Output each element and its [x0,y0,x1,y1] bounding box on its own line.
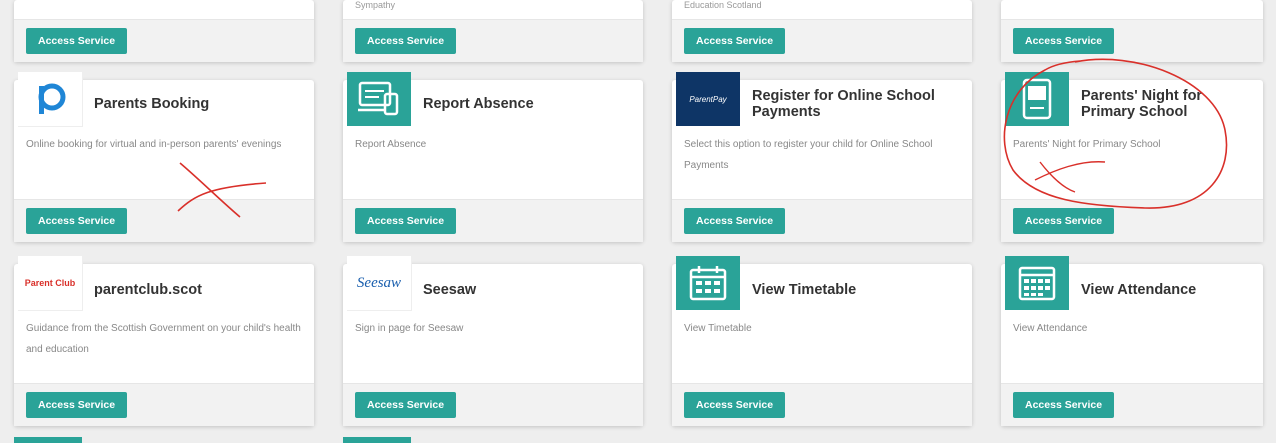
access-service-button[interactable]: Access Service [26,392,128,418]
access-service-button[interactable]: Access Service [355,392,457,418]
card-title: parentclub.scot [94,282,202,298]
service-card-top-2: Sympathy Access Service [343,0,643,62]
service-card-parents-booking: Parents Booking Online booking for virtu… [14,72,314,242]
parentclub-logo-icon: Parent Club [18,256,83,311]
access-service-button[interactable]: Access Service [355,28,457,54]
access-service-button[interactable]: Access Service [684,392,786,418]
card-description: Report Absence [355,139,427,150]
card-footer: Access Service [672,199,972,242]
card-footer: Access Service [14,19,314,62]
card-footer: Access Service [1001,383,1263,426]
service-card-parentclub: Parent Club parentclub.scot Guidance fro… [14,256,314,426]
card-footer: Access Service [343,383,643,426]
card-description: Sign in page for Seesaw [355,323,464,334]
card-title: View Attendance [1081,282,1197,298]
timetable-icon [676,256,740,310]
card-title: Seesaw [423,282,477,298]
card-description: Sympathy [355,0,396,10]
attendance-icon [1005,256,1069,310]
card-title: Parents' Night for Primary School [1081,88,1203,120]
service-card-attendance: View Attendance View Attendance Access S… [1001,256,1263,426]
service-card-seesaw: Seesaw Seesaw Sign in page for Seesaw Ac… [343,256,643,426]
service-card-top-3: Education Scotland Access Service [672,0,972,62]
card-title: Report Absence [423,96,534,112]
card-footer: Access Service [1001,19,1263,62]
access-service-button[interactable]: Access Service [26,208,128,234]
card-description: View Attendance [1013,323,1088,334]
access-service-button[interactable]: Access Service [684,208,786,234]
card-footer: Access Service [343,199,643,242]
card-footer: Access Service [343,19,643,62]
service-card-timetable: View Timetable View Timetable Access Ser… [672,256,972,426]
card-footer: Access Service [1001,199,1263,242]
next-row-icon-stub [343,437,411,443]
card-description: Select this option to register your chil… [684,139,933,171]
service-card-report-absence: Report Absence Report Absence Access Ser… [343,72,643,242]
card-description: Guidance from the Scottish Government on… [26,323,301,355]
service-card-top-4: Access Service [1001,0,1263,62]
card-description: Education Scotland [684,0,762,10]
card-footer: Access Service [672,383,972,426]
access-service-button[interactable]: Access Service [355,208,457,234]
service-card-online-payments: ParentPay Register for Online School Pay… [672,72,972,242]
card-footer: Access Service [14,199,314,242]
parentpay-logo-icon: ParentPay [676,72,740,126]
report-absence-icon [347,72,411,126]
service-card-top-1: Access Service [14,0,314,62]
access-service-button[interactable]: Access Service [1013,208,1115,234]
card-description: View Timetable [684,323,752,334]
parents-night-icon [1005,72,1069,126]
access-service-button[interactable]: Access Service [1013,392,1115,418]
access-service-button[interactable]: Access Service [1013,28,1115,54]
card-title: Register for Online School Payments [752,88,935,120]
seesaw-logo-icon: Seesaw [347,256,412,311]
pb-logo-icon [18,72,83,127]
next-row-icon-stub [14,437,82,443]
card-title: View Timetable [752,282,857,298]
card-description: Online booking for virtual and in-person… [26,139,282,150]
service-card-parents-night: Parents' Night for Primary School Parent… [1001,72,1263,242]
access-service-button[interactable]: Access Service [684,28,786,54]
card-title: Parents Booking [94,96,210,112]
card-description: Parents' Night for Primary School [1013,139,1161,150]
card-footer: Access Service [14,383,314,426]
card-footer: Access Service [672,19,972,62]
access-service-button[interactable]: Access Service [26,28,128,54]
